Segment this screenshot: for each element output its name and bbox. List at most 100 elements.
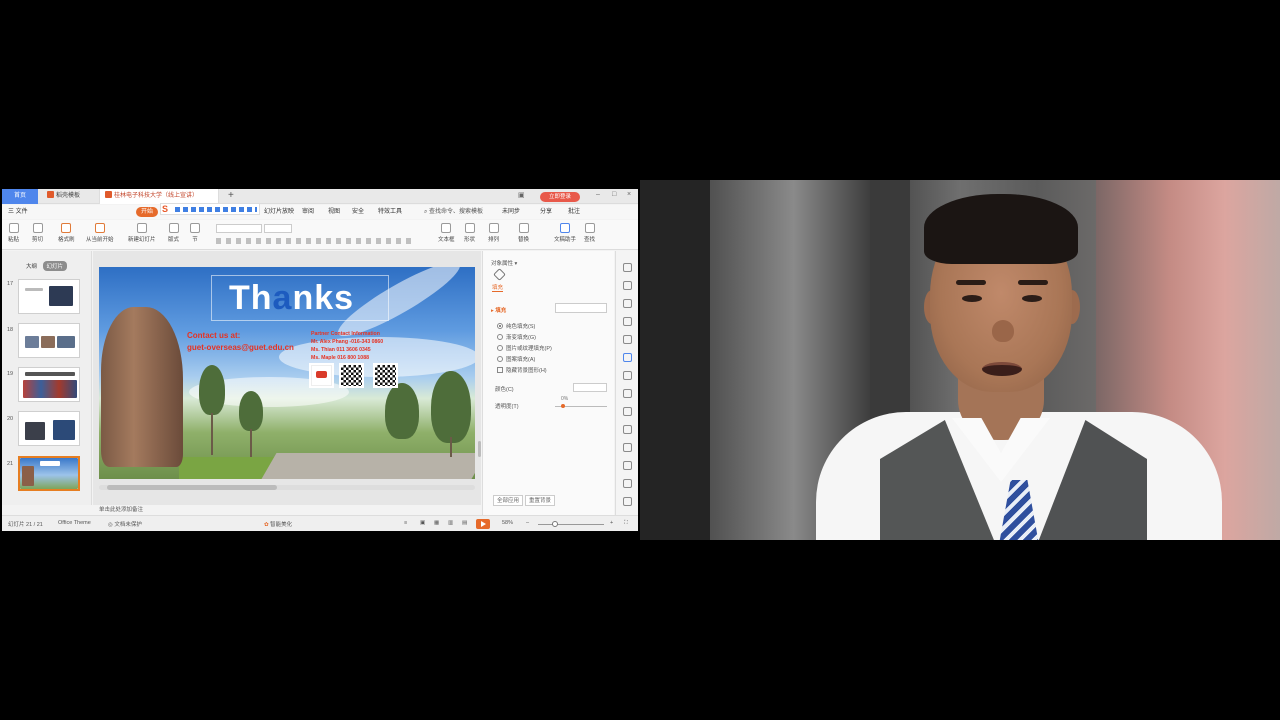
menu-review[interactable]: 审阅 (302, 205, 314, 219)
copy-icon[interactable] (623, 281, 632, 290)
font-size-select[interactable] (264, 224, 292, 233)
format-painter-label: 格式刷 (58, 237, 75, 243)
text-format-buttons[interactable] (216, 238, 416, 244)
horizontal-scrollbar[interactable] (99, 485, 475, 490)
tab-slides[interactable]: 幻灯片 (42, 261, 68, 271)
new-slide-button[interactable]: 新建幻灯片 (128, 223, 156, 243)
replace-button[interactable]: 替换 (518, 223, 529, 243)
slide-thumbnail-18[interactable] (18, 323, 80, 358)
properties-icon[interactable] (623, 353, 632, 362)
command-search[interactable]: ⌕ 查找命令、搜索模板 (424, 205, 483, 219)
login-button[interactable]: 立即登录 (540, 192, 580, 202)
menu-slideshow[interactable]: 幻灯片放映 (264, 205, 294, 219)
cut-button[interactable]: 剪切 (32, 223, 43, 243)
tab-document[interactable]: 桂林电子科技大学（线上宣讲） (99, 189, 219, 204)
zoom-level[interactable]: 58% (502, 520, 513, 526)
scroll-thumb[interactable] (107, 485, 277, 490)
document-status[interactable]: ◎ 文档未保护 (108, 520, 142, 528)
zoom-slider-handle[interactable] (552, 521, 558, 527)
doc-assistant-button[interactable]: 文稿助手 (554, 223, 576, 243)
slideshow-view-icon[interactable]: ▤ (462, 520, 467, 526)
slide-thumbnail-21[interactable] (18, 456, 80, 491)
command-search-label: 查找命令、搜索模板 (429, 209, 484, 215)
vertical-scrollbar[interactable] (478, 441, 481, 457)
zoom-slider[interactable] (538, 521, 604, 527)
grid-icon[interactable] (623, 317, 632, 326)
apply-all-button[interactable]: 全部应用 (493, 495, 524, 506)
reset-background-button[interactable]: 重置背景 (525, 495, 556, 506)
fill-type-dropdown[interactable] (555, 303, 607, 313)
menu-special-tools[interactable]: 特效工具 (378, 205, 402, 219)
normal-view-icon[interactable]: ▣ (420, 520, 425, 526)
fill-option-pattern[interactable]: 图案填充(A) (497, 355, 535, 363)
annotate-button[interactable]: 批注 (568, 205, 580, 219)
menu-file[interactable]: 三 文件 (8, 205, 28, 219)
play-slideshow-button[interactable] (476, 519, 490, 529)
locate-icon[interactable] (623, 461, 632, 470)
brush-icon (61, 223, 72, 233)
shape-icon[interactable] (623, 299, 632, 308)
minimize-icon[interactable]: – (596, 191, 600, 198)
fill-bucket-icon[interactable] (493, 268, 506, 281)
fill-option-picture[interactable]: 图片或纹理填充(P) (497, 344, 552, 352)
chart-icon[interactable] (623, 335, 632, 344)
ime-toolbar[interactable]: S (160, 203, 260, 215)
menu-start[interactable]: 开始 (136, 207, 159, 217)
textbox-button[interactable]: 文本框 (438, 223, 455, 243)
slide-thumbnail-20[interactable] (18, 411, 80, 446)
format-painter-button[interactable]: 格式刷 (58, 223, 75, 243)
transparency-slider[interactable] (555, 404, 607, 408)
tab-home[interactable]: 首页 (2, 189, 38, 204)
maximize-icon[interactable]: □ (612, 191, 616, 198)
transparency-value: 0% (561, 396, 569, 402)
font-family-select[interactable] (216, 224, 262, 233)
tab-outline[interactable]: 大纲 (22, 261, 41, 271)
animation-icon[interactable] (623, 371, 632, 380)
section-button[interactable]: 节 (190, 223, 200, 243)
sorter-view-icon[interactable]: ▦ (434, 520, 439, 526)
image-icon[interactable] (623, 425, 632, 434)
menu-view[interactable]: 视图 (328, 205, 340, 219)
close-icon[interactable]: × (627, 191, 631, 198)
hide-background-checkbox[interactable]: 隐藏背景图形(H) (497, 366, 547, 374)
find-button[interactable]: 查找 (584, 223, 595, 243)
zoom-out-icon[interactable]: – (526, 520, 529, 526)
slider-handle[interactable] (561, 404, 565, 408)
sync-status[interactable]: 未同步 (502, 205, 520, 219)
reading-view-icon[interactable]: ▥ (448, 520, 453, 526)
zoom-in-icon[interactable]: + (610, 520, 613, 526)
fit-window-icon[interactable]: ⛶ (624, 520, 628, 527)
shape-button[interactable]: 形状 (464, 223, 475, 243)
window-menu-icon[interactable]: ▣ (518, 191, 525, 199)
slide-thumbnail-19[interactable] (18, 367, 80, 402)
menu-security[interactable]: 安全 (352, 205, 364, 219)
title-part: nks (292, 279, 355, 317)
arrange-button[interactable]: 排列 (488, 223, 499, 243)
fill-option-gradient[interactable]: 渐变填充(G) (497, 333, 536, 341)
panel-title[interactable]: 对象属性 ▾ (491, 259, 517, 267)
table-icon[interactable] (623, 407, 632, 416)
tree-trunk (450, 437, 452, 457)
fill-section-header[interactable]: ▸ 填充 (491, 306, 506, 314)
select-icon[interactable] (623, 263, 632, 272)
tab-templates[interactable]: 稻壳模板 (42, 189, 96, 204)
color-picker[interactable] (573, 383, 607, 392)
play-from-current-button[interactable]: 从当前开始 (86, 223, 114, 243)
new-tab-icon[interactable]: + (228, 190, 234, 201)
layout-icon (168, 223, 179, 233)
layout-button[interactable]: 版式 (168, 223, 179, 243)
new-slide-label: 新建幻灯片 (128, 237, 156, 243)
audio-icon[interactable] (623, 443, 632, 452)
current-slide[interactable]: Thanks Contact us at: guet-overseas@guet… (99, 267, 475, 479)
fill-option-solid[interactable]: 纯色填充(S) (497, 322, 535, 330)
slide-thumbnail-17[interactable] (18, 279, 80, 314)
help-icon[interactable] (623, 497, 632, 506)
notes-toggle-icon[interactable]: ≡ (404, 520, 407, 526)
share-button[interactable]: 分享 (540, 205, 552, 219)
transition-icon[interactable] (623, 389, 632, 398)
notes-field[interactable]: 单击此处添加备注 (93, 505, 481, 515)
paste-button[interactable]: 粘贴 (8, 223, 19, 243)
history-icon[interactable] (623, 479, 632, 488)
tab-fill[interactable]: 填充 (492, 283, 504, 292)
beautify-button[interactable]: ✿ 智能美化 (264, 520, 292, 528)
